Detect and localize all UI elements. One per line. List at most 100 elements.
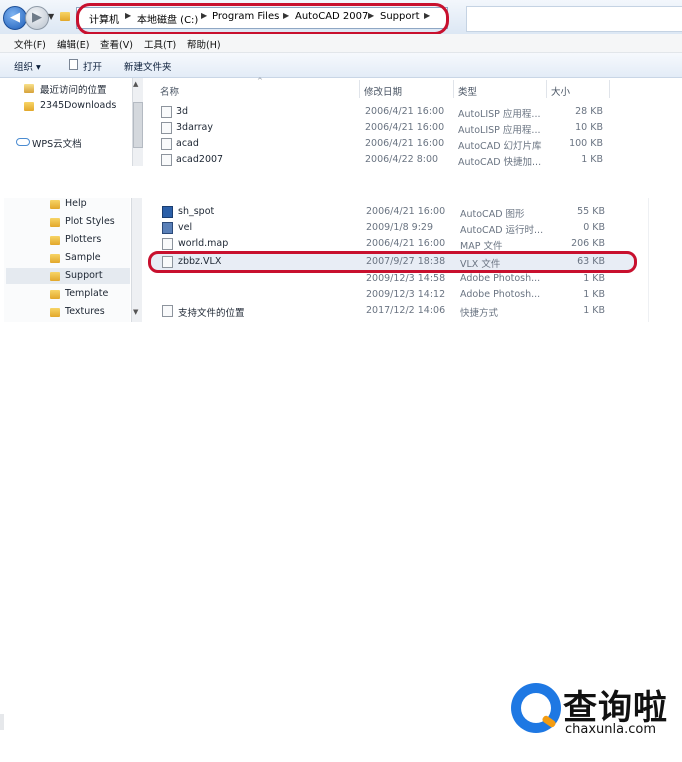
column-type[interactable]: 类型 [458,84,477,98]
file-type: AutoLISP 应用程... [458,109,541,120]
folder-icon [50,254,60,266]
file-date: 2006/4/22 8:00 [365,154,439,165]
file-type: 快捷方式 [460,308,499,319]
file-name[interactable]: sh_spot [178,206,214,217]
open-button[interactable]: 打开 [83,59,102,73]
file-name[interactable]: acad2007 [176,154,223,165]
menu-file[interactable]: 文件(F) [14,37,46,51]
forward-arrow-icon: ▶ [32,10,42,25]
file-type: AutoLISP 应用程... [458,125,541,136]
search-box[interactable] [466,6,682,32]
edge-artifact [0,714,4,730]
organize-button[interactable]: 组织 ▾ [14,59,41,73]
nav-folder-plotters[interactable]: Plotters [65,234,101,245]
highlight-outline [76,3,449,35]
file-size: 28 KB [575,106,603,117]
scroll-up-icon[interactable]: ▲ [133,80,138,88]
folder-icon [60,12,70,24]
recent-places-icon [24,84,34,96]
lisp-file-icon [161,106,172,118]
slide-library-icon [161,138,172,150]
lisp-file-icon [161,122,172,134]
file-date: 2006/4/21 16:00 [366,238,446,249]
file-type: Adobe Photosh... [460,273,541,284]
file-type: AutoCAD 运行时... [460,225,544,236]
folder-icon [50,200,60,212]
nav-recent-places[interactable]: 最近访问的位置 [40,82,107,96]
forward-button[interactable]: ▶ [25,6,49,30]
folder-icon [50,272,60,284]
file-size: 10 KB [575,122,603,133]
menu-help[interactable]: 帮助(H) [187,37,221,51]
column-name[interactable]: 名称 [160,84,179,98]
watermark-url: chaxunla.com [565,722,656,737]
column-divider[interactable] [359,80,360,98]
file-date: 2006/4/21 16:00 [365,138,445,149]
column-divider[interactable] [609,80,610,98]
nav-folder-support[interactable]: Support [65,270,103,281]
shortcut-file-icon [161,154,172,166]
file-type: AutoCAD 快捷加... [458,157,542,168]
nav-scrollbar[interactable] [131,198,142,322]
file-size: 1 KB [583,305,605,316]
file-name[interactable]: acad [176,138,199,149]
file-date: 2006/4/21 16:00 [365,106,445,117]
highlight-outline [148,251,637,273]
file-date: 2009/12/3 14:58 [366,273,446,284]
nav-folder-template[interactable]: Template [65,288,108,299]
file-name[interactable]: 支持文件的位置 [178,305,245,319]
nav-folder-sample[interactable]: Sample [65,252,101,263]
nav-folder-help[interactable]: Help [65,198,87,209]
drawing-file-icon [162,206,173,218]
nav-folder-plot-styles[interactable]: Plot Styles [65,216,115,227]
scroll-down-icon[interactable]: ▼ [133,308,138,316]
menu-view[interactable]: 查看(V) [100,37,133,51]
new-folder-button[interactable]: 新建文件夹 [124,59,172,73]
recent-pages-dropdown-icon[interactable]: ▼ [48,12,54,21]
file-name[interactable]: 3d [176,106,188,117]
file-date: 2009/1/8 9:29 [366,222,434,233]
file-date: 2017/12/2 14:06 [366,305,446,316]
map-file-icon [162,238,173,250]
shortcut-file-icon [162,305,173,317]
command-toolbar [0,53,682,78]
file-name[interactable]: world.map [178,238,228,249]
file-size: 1 KB [581,154,603,165]
file-size: 55 KB [577,206,605,217]
file-size: 100 KB [569,138,603,149]
cloud-icon [16,138,30,146]
back-button[interactable]: ◀ [3,6,27,30]
menu-tools[interactable]: 工具(T) [144,37,176,51]
file-name[interactable]: 3darray [176,122,213,133]
back-arrow-icon: ◀ [10,10,20,25]
file-size: 1 KB [583,289,605,300]
menu-edit[interactable]: 编辑(E) [57,37,89,51]
file-type: MAP 文件 [460,241,503,252]
file-type: AutoCAD 图形 [460,209,525,220]
file-size: 0 KB [583,222,605,233]
column-divider[interactable] [546,80,547,98]
open-file-icon [69,59,78,70]
runtime-file-icon [162,222,173,234]
column-size[interactable]: 大小 [551,84,570,98]
folder-icon [50,308,60,320]
column-divider[interactable] [453,80,454,98]
file-size: 1 KB [583,273,605,284]
column-modified[interactable]: 修改日期 [364,84,402,98]
file-type: Adobe Photosh... [460,289,541,300]
folder-icon [50,218,60,230]
file-date: 2006/4/21 16:00 [365,122,445,133]
nav-scrollbar-thumb[interactable] [133,102,143,148]
file-size: 206 KB [571,238,605,249]
nav-wps-cloud[interactable]: WPS云文档 [32,136,82,150]
file-date: 2009/12/3 14:12 [366,289,446,300]
sort-indicator-icon: ^ [257,77,263,85]
nav-folder-textures[interactable]: Textures [65,306,105,317]
file-name[interactable]: vel [178,222,192,233]
folder-icon [50,290,60,302]
file-date: 2006/4/21 16:00 [366,206,446,217]
folder-icon [50,236,60,248]
file-type: AutoCAD 幻灯片库 [458,141,542,152]
nav-2345downloads[interactable]: 2345Downloads [40,100,116,111]
folder-icon [24,102,34,114]
